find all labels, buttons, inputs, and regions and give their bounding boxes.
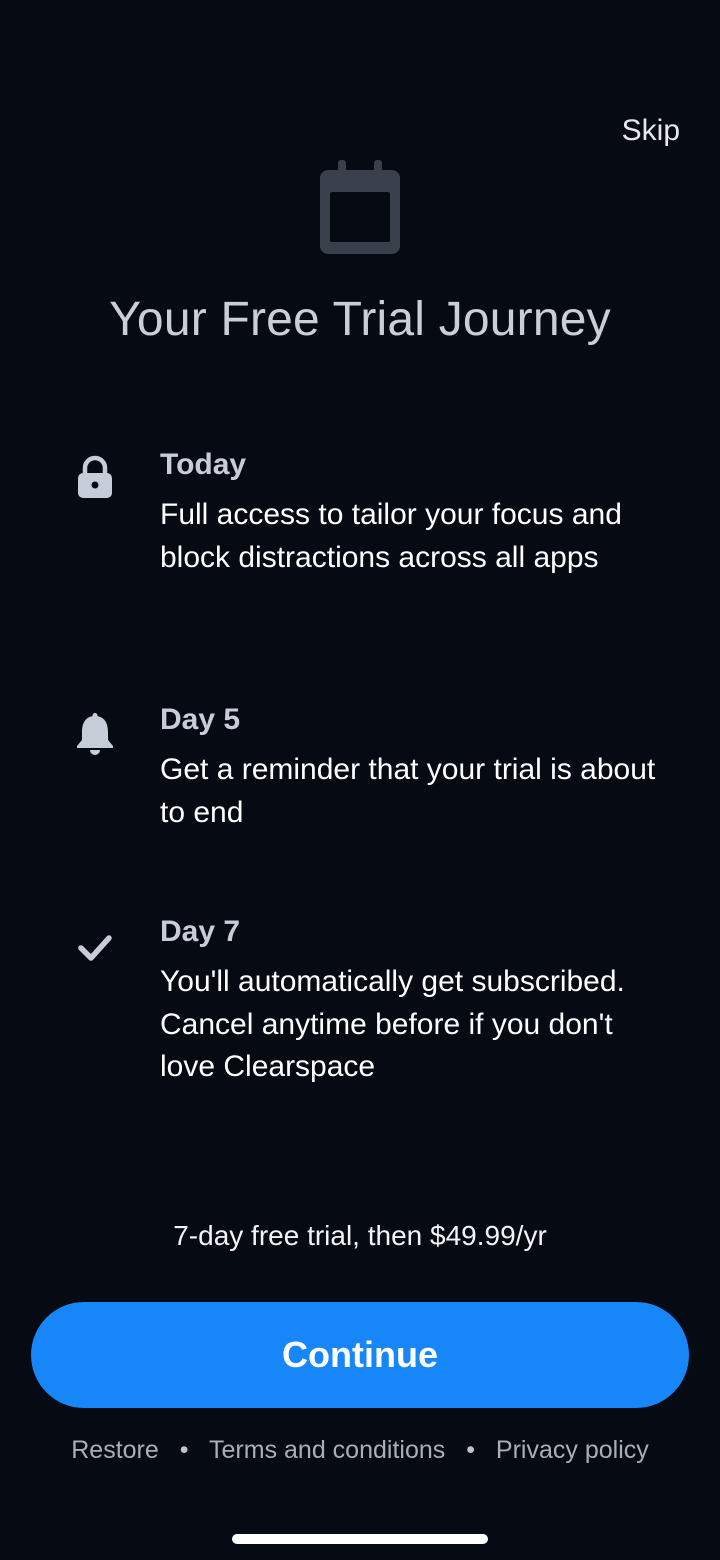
separator-dot: • xyxy=(466,1436,475,1464)
step-heading: Today xyxy=(160,448,247,481)
page-title: Your Free Trial Journey xyxy=(109,293,611,346)
calendar-icon xyxy=(320,160,400,254)
pricing-text: 7-day free trial, then $49.99/yr xyxy=(173,1220,547,1251)
footer-links: Restore • Terms and conditions • Privacy… xyxy=(0,1436,720,1465)
step-description: Full access to tailor your focus and blo… xyxy=(160,498,622,574)
continue-button[interactable]: Continue xyxy=(31,1302,689,1408)
step-description: You'll automatically get subscribed. Can… xyxy=(160,965,625,1083)
home-indicator[interactable] xyxy=(232,1534,488,1544)
step-heading: Day 7 xyxy=(160,915,241,948)
step-description: Get a reminder that your trial is about … xyxy=(160,753,656,829)
bell-icon xyxy=(77,713,113,755)
restore-link[interactable]: Restore xyxy=(71,1436,159,1464)
checkmark-icon xyxy=(78,935,112,961)
skip-button[interactable]: Skip xyxy=(622,114,680,148)
privacy-link[interactable]: Privacy policy xyxy=(496,1436,649,1464)
lock-icon xyxy=(78,455,112,498)
separator-dot: • xyxy=(179,1436,189,1464)
step-heading: Day 5 xyxy=(160,703,241,736)
terms-link[interactable]: Terms and conditions xyxy=(209,1436,445,1464)
